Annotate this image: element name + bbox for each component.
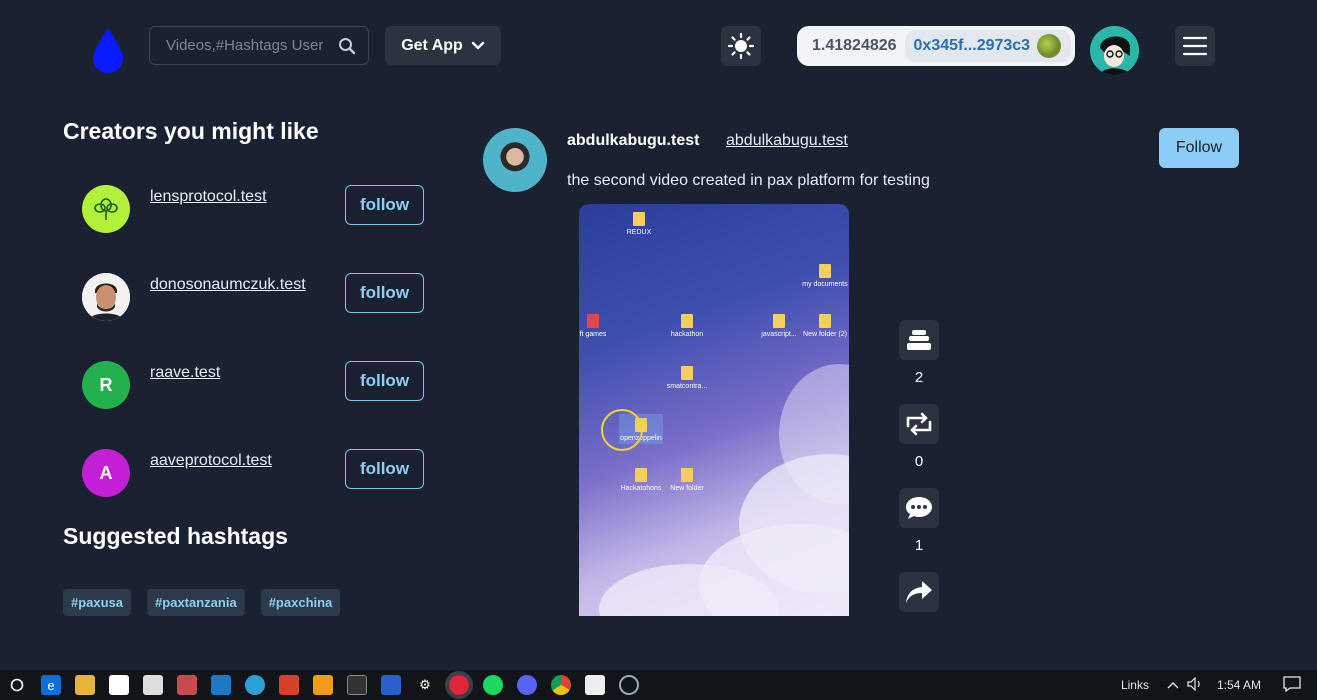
links-toolbar[interactable]: Links <box>1121 678 1149 692</box>
sublime-icon[interactable] <box>313 675 333 695</box>
media-player-icon[interactable] <box>279 675 299 695</box>
wallet-address-button[interactable]: 0x345f...2973c3 <box>904 30 1071 62</box>
chevron-up-icon[interactable] <box>1167 678 1179 692</box>
desktop-icon-label: New folder (2) <box>803 331 847 338</box>
desktop-icon-label: Hackatohons <box>620 485 662 492</box>
terminal-icon[interactable] <box>347 675 367 695</box>
volume-icon[interactable] <box>1187 676 1203 694</box>
collect-count: 2 <box>914 369 924 386</box>
search-input[interactable] <box>166 37 336 54</box>
desktop-icon-label: REDUX <box>626 229 652 236</box>
vscode-icon[interactable] <box>211 675 231 695</box>
file-explorer-icon[interactable] <box>75 675 95 695</box>
wallet-address: 0x345f...2973c3 <box>913 37 1031 54</box>
user-avatar-icon <box>1090 26 1139 75</box>
os-taskbar: e ⚙ Links 1:54 AM <box>0 670 1317 700</box>
post-follow-button[interactable]: Follow <box>1159 128 1239 168</box>
desktop-icon-label: ft games <box>579 331 607 338</box>
mirror-button[interactable] <box>899 404 939 444</box>
store-icon[interactable] <box>109 675 129 695</box>
avatar[interactable] <box>82 185 130 233</box>
comment-button[interactable] <box>899 488 939 528</box>
mirror-action: 0 <box>899 404 939 470</box>
hashtag-chip[interactable]: #paxusa <box>63 589 132 616</box>
creator-name-link[interactable]: lensprotocol.test <box>150 188 267 206</box>
creators-heading: Creators you might like <box>63 118 319 144</box>
app-logo-icon[interactable] <box>91 26 125 74</box>
opera-icon[interactable] <box>445 671 473 699</box>
desktop-icon-label: smatcontra... <box>666 383 708 390</box>
profile-photo-icon <box>82 273 130 321</box>
wallet-avatar <box>1037 34 1062 58</box>
follow-button[interactable]: follow <box>345 273 424 313</box>
creator-item: R raave.test follow <box>82 361 424 409</box>
post-description: the second video created in pax platform… <box>567 172 930 189</box>
start-circle-icon[interactable] <box>7 675 27 695</box>
comment-icon <box>906 497 932 519</box>
mail-icon[interactable] <box>143 675 163 695</box>
creator-name-link[interactable]: donosonaumczuk.test <box>150 276 306 294</box>
creator-item: lensprotocol.test follow <box>82 185 424 233</box>
creator-item: A aaveprotocol.test follow <box>82 449 424 497</box>
desktop-icon-label: javascript... <box>761 331 797 338</box>
creator-item: donosonaumczuk.test follow <box>82 273 424 321</box>
system-tray: Links 1:54 AM <box>1121 670 1317 700</box>
get-app-label: Get App <box>401 36 463 54</box>
avatar[interactable]: A <box>82 449 130 497</box>
collect-action: 2 <box>899 320 939 386</box>
video-editor-icon[interactable] <box>585 675 605 695</box>
desktop-icon-label: New folder <box>670 485 704 492</box>
settings-gear-icon[interactable]: ⚙ <box>415 675 435 695</box>
remote-desktop-icon[interactable] <box>381 675 401 695</box>
share-action <box>899 572 939 612</box>
follow-button[interactable]: follow <box>345 361 424 401</box>
menu-button[interactable] <box>1175 26 1215 66</box>
hashtag-chip[interactable]: #paxchina <box>260 589 341 616</box>
chevron-down-icon <box>471 41 485 49</box>
mirror-count: 0 <box>914 453 924 470</box>
lens-logo-icon <box>94 198 118 220</box>
hashtag-chip[interactable]: #paxtanzania <box>147 589 245 616</box>
avatar[interactable]: R <box>82 361 130 409</box>
follow-button[interactable]: follow <box>345 449 424 489</box>
follow-button[interactable]: follow <box>345 185 424 225</box>
avatar[interactable] <box>82 273 130 321</box>
hashtags-heading: Suggested hashtags <box>63 523 288 549</box>
clock[interactable]: 1:54 AM <box>1217 678 1261 692</box>
theme-toggle-button[interactable] <box>721 26 761 66</box>
hamburger-icon <box>1183 36 1207 56</box>
notification-icon[interactable] <box>1283 675 1301 695</box>
desktop-icon-label: my documents <box>802 281 848 288</box>
obs-icon[interactable] <box>619 675 639 695</box>
get-app-dropdown[interactable]: Get App <box>385 26 501 65</box>
edge-icon[interactable]: e <box>41 675 61 695</box>
collect-button[interactable] <box>899 320 939 360</box>
post-author-handle-link[interactable]: abdulkabugu.test <box>726 132 848 150</box>
user-avatar[interactable] <box>1090 26 1139 75</box>
wallet-balance: 1.41824826 <box>812 37 897 54</box>
creator-name-link[interactable]: aaveprotocol.test <box>150 452 272 470</box>
post-author-name[interactable]: abdulkabugu.test <box>567 132 699 150</box>
search-bar[interactable] <box>149 26 369 65</box>
comment-action: 1 <box>899 488 939 554</box>
share-button[interactable] <box>899 572 939 612</box>
chrome-icon[interactable] <box>551 675 571 695</box>
comment-count: 1 <box>914 537 924 554</box>
creator-name-link[interactable]: raave.test <box>150 364 220 382</box>
video-player[interactable]: REDUX my documents ft games hackathon ja… <box>579 204 849 616</box>
hashtag-list: #paxusa #paxtanzania #paxchina <box>63 589 341 616</box>
collect-stack-icon <box>907 330 931 350</box>
paint-icon[interactable] <box>177 675 197 695</box>
wallet-widget[interactable]: 1.41824826 0x345f...2973c3 <box>797 26 1075 66</box>
share-arrow-icon <box>906 581 932 603</box>
spotify-icon[interactable] <box>483 675 503 695</box>
sun-icon <box>727 32 755 60</box>
retweet-icon <box>906 412 932 436</box>
post-author-avatar[interactable] <box>483 128 547 192</box>
search-icon[interactable] <box>338 37 356 55</box>
telegram-icon[interactable] <box>245 675 265 695</box>
desktop-icon-label: hackathon <box>670 331 704 338</box>
discord-icon[interactable] <box>517 675 537 695</box>
